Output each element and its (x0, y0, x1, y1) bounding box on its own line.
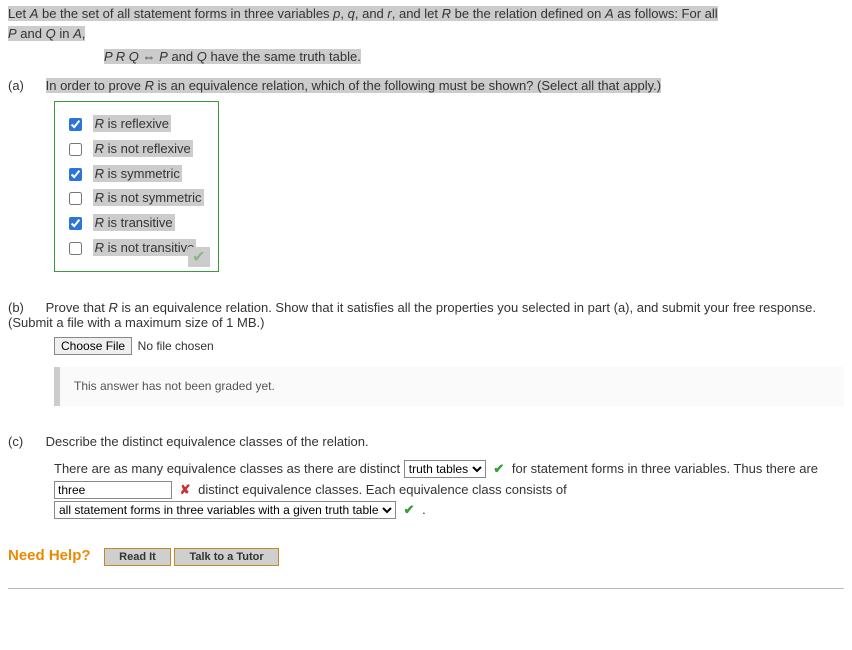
option-reflexive: R is reflexive (65, 114, 204, 135)
option-symmetric: R is symmetric (65, 164, 204, 185)
option-not-symmetric: R is not symmetric (65, 188, 204, 209)
intro-text: be the set of all statement forms in thr… (38, 6, 333, 21)
option-not-transitive: R is not transitive (65, 238, 204, 259)
problem-intro: Let A be the set of all statement forms … (8, 4, 844, 43)
part-b: (b) Prove that R is an equivalence relat… (8, 300, 844, 406)
input-count[interactable] (54, 481, 172, 499)
c-text: There are as many equivalence classes as… (54, 461, 404, 476)
part-a: (a) In order to prove R is an equivalenc… (8, 78, 844, 272)
read-it-button[interactable]: Read It (104, 548, 171, 566)
divider (8, 588, 844, 589)
check-icon: ✔ (493, 461, 504, 476)
relation-definition: P R Q ⇔ P and Q have the same truth tabl… (104, 49, 844, 64)
part-a-label: (a) (8, 78, 42, 93)
checkbox-transitive[interactable] (69, 217, 82, 230)
c-text: for statement forms in three variables. … (512, 461, 818, 476)
prq: P R Q (104, 49, 139, 64)
checkbox-not-symmetric[interactable] (69, 192, 82, 205)
cross-icon: ✘ (180, 482, 191, 497)
file-upload-row: Choose File No file chosen (54, 336, 844, 357)
intro-text: Let (8, 6, 30, 21)
var-R: R (442, 6, 451, 21)
choose-file-button[interactable]: Choose File (54, 337, 132, 355)
part-b-label: (b) (8, 300, 42, 315)
part-c: (c) Describe the distinct equivalence cl… (8, 434, 844, 521)
need-help-label: Need Help? (8, 547, 91, 564)
option-transitive: R is transitive (65, 213, 204, 234)
part-c-heading: Describe the distinct equivalence classe… (46, 434, 369, 449)
select-class-description[interactable]: all statement forms in three variables w… (54, 501, 396, 519)
checkbox-not-transitive[interactable] (69, 242, 82, 255)
select-truth-tables[interactable]: truth tables (404, 460, 486, 478)
no-file-text: No file chosen (138, 339, 214, 353)
part-a-options-box: R is reflexive R is not reflexive R is s… (54, 101, 219, 272)
part-c-label: (c) (8, 434, 42, 449)
grading-status: This answer has not been graded yet. (54, 367, 844, 406)
var-Q: Q (46, 26, 56, 41)
checkbox-reflexive[interactable] (69, 118, 82, 131)
var-P: P (8, 26, 17, 41)
c-text: distinct equivalence classes. Each equiv… (198, 482, 567, 497)
need-help-row: Need Help? Read It Talk to a Tutor (8, 547, 844, 566)
talk-to-tutor-button[interactable]: Talk to a Tutor (174, 548, 278, 566)
checkbox-not-reflexive[interactable] (69, 143, 82, 156)
check-icon: ✔ (404, 502, 415, 517)
c-text: . (422, 502, 426, 517)
check-icon: ✔ (188, 247, 209, 267)
checkbox-symmetric[interactable] (69, 168, 82, 181)
part-b-text: Prove that R is an equivalence relation.… (8, 300, 816, 330)
var-q: q (348, 6, 355, 21)
option-not-reflexive: R is not reflexive (65, 139, 204, 160)
